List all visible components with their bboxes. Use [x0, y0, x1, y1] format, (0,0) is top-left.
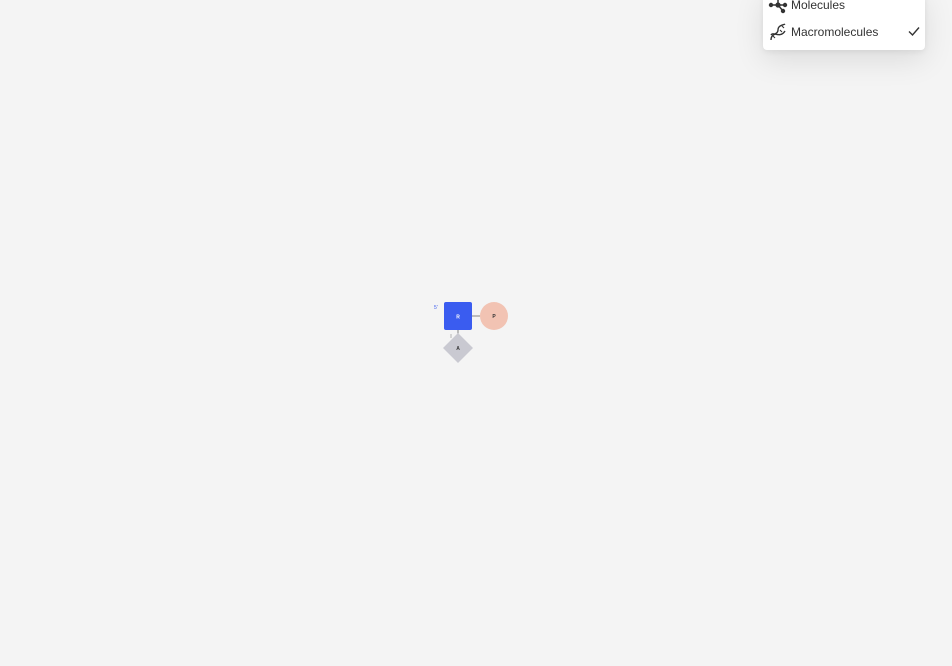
sequence-view: 5' R P A [434, 302, 508, 363]
sugar-label: R [456, 315, 460, 321]
check-icon [907, 24, 921, 38]
base-label: A [456, 346, 460, 352]
strand-end-label: 5' [434, 305, 438, 311]
menu-item-macromolecules[interactable]: Macromolecules [763, 19, 925, 45]
base-monomer[interactable]: A [443, 333, 473, 363]
phosphate-monomer[interactable]: P [480, 302, 508, 330]
macromolecules-icon [767, 21, 789, 43]
editor-canvas[interactable]: 5' R P A Molecules Macromolecules [0, 0, 952, 666]
mode-dropdown-menu: Molecules Macromolecules [763, 0, 925, 50]
menu-item-molecules[interactable]: Molecules [763, 0, 925, 18]
menu-item-label: Molecules [791, 0, 846, 12]
molecules-icon [767, 0, 789, 16]
menu-item-label: Macromolecules [791, 25, 879, 39]
sugar-monomer[interactable]: R [444, 302, 472, 330]
